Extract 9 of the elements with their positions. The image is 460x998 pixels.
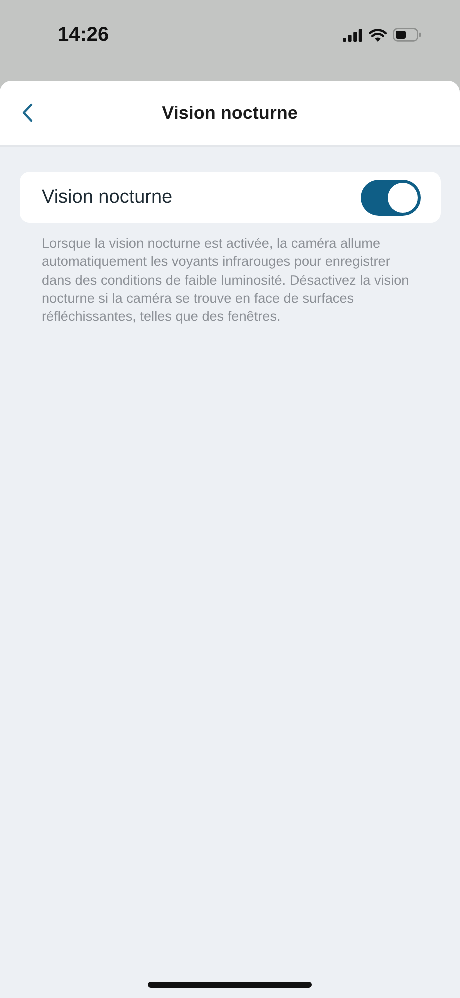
battery-icon xyxy=(393,28,422,42)
setting-label: Vision nocturne xyxy=(42,186,173,208)
description-text: Lorsque la vision nocturne est activée, la caméra allume automatiquement les voyants infrarouges pour enregistrer dans des conditions de faible luminosité. Désactivez la vision nocturne si la caméra se trouve en face de surfaces réfléchissantes, telles que des fenêtres. xyxy=(42,235,410,326)
wifi-icon xyxy=(369,28,387,42)
header-title: Vision nocturne xyxy=(162,102,298,124)
back-button[interactable] xyxy=(22,103,34,123)
signal-icon xyxy=(343,28,363,42)
status-time: 14:26 xyxy=(58,23,110,48)
toggle-switch[interactable] xyxy=(361,180,421,216)
